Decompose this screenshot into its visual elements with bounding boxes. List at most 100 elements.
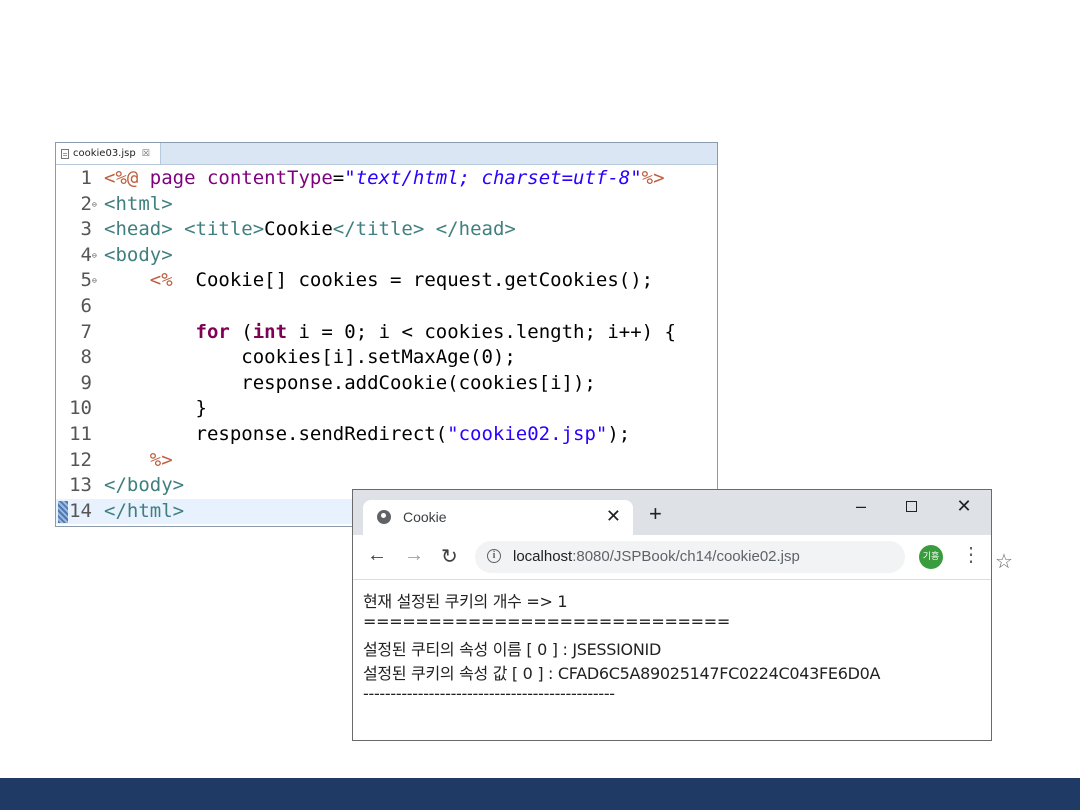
code-token: ); (607, 423, 631, 445)
minimize-button[interactable]: – (849, 496, 873, 517)
profile-avatar[interactable]: 기흥 (919, 545, 943, 569)
line-number: 1 (80, 167, 92, 189)
browser-tab-cookie[interactable]: Cookie ✕ (363, 500, 633, 535)
code-text: response.addCookie(cookies[i]); (104, 371, 596, 397)
editor-tab-cookie03[interactable]: cookie03.jsp ☒ (56, 143, 161, 164)
address-bar[interactable]: i localhost:8080/JSPBook/ch14/cookie02.j… (475, 541, 1013, 573)
line-number: 9 (80, 371, 92, 394)
code-token: %> (641, 167, 665, 189)
code-line[interactable]: 5 ⊖ <% Cookie[] cookies = request.getCook… (56, 268, 717, 294)
code-token: </title> </head> (332, 218, 516, 241)
code-token: response.sendRedirect( (104, 423, 448, 445)
line-number: 14 (69, 499, 92, 522)
line-number: 5 (80, 269, 92, 292)
url-host: localhost (513, 548, 573, 565)
browser-toolbar: ← → ↻ i localhost:8080/JSPBook/ch14/cook… (353, 535, 1013, 580)
jsp-file-icon (61, 148, 69, 159)
window-close-button[interactable]: ✕ (952, 496, 976, 517)
footer-bar (0, 778, 1080, 810)
reload-button[interactable]: ↻ (441, 544, 458, 569)
dash-separator-line: ----------------------------------------… (363, 684, 615, 703)
browser-titlebar: Cookie ✕ + – ✕ (353, 490, 991, 535)
code-line[interactable]: 2 ⊖ <html> (56, 192, 717, 218)
code-token: page contentType (149, 167, 333, 189)
code-token: <body> (104, 243, 173, 266)
code-line[interactable]: 1 <%@ page contentType="text/html; charse… (56, 166, 717, 192)
code-token: i = 0; i < cookies.length; i++) { (287, 320, 677, 343)
line-number: 8 (80, 346, 92, 369)
code-token: Cookie (264, 218, 333, 241)
back-button[interactable]: ← (367, 544, 387, 567)
code-line[interactable]: 8 cookies[i].setMaxAge(0); (56, 345, 717, 371)
line-number: 2 (80, 192, 92, 215)
code-text: <%@ page contentType="text/html; charset… (104, 166, 665, 192)
code-text: </body> (104, 473, 184, 499)
bookmark-star-icon[interactable]: ☆ (995, 549, 1013, 574)
code-text: response.sendRedirect("cookie02.jsp"); (104, 422, 631, 448)
code-text: for (int i = 0; i < cookies.length; i++)… (104, 320, 676, 346)
line-number: 3 (80, 218, 92, 241)
code-text: <head> <title>Cookie</title> </head> (104, 217, 516, 243)
code-token: <% (149, 269, 173, 292)
code-token: "cookie02.jsp" (447, 423, 608, 445)
page-content: 현재 설정된 쿠키의 개수 => 1 =====================… (353, 580, 991, 740)
code-line[interactable]: 9 response.addCookie(cookies[i]); (56, 371, 717, 397)
line-number: 10 (69, 397, 92, 420)
code-token: for (195, 320, 230, 343)
cookie-value-line: 설정된 쿠키의 속성 값 [ 0 ] : CFAD6C5A89025147FC0… (363, 664, 881, 683)
cookie-name-line: 설정된 쿠티의 속성 이름 [ 0 ] : JSESSIONID (363, 640, 661, 659)
separator-line: ============================ (363, 612, 730, 631)
info-icon[interactable]: i (487, 549, 501, 563)
code-token: "text/html; charset=utf-8" (344, 167, 642, 189)
code-token: <html> (104, 192, 173, 215)
code-token: </html> (104, 499, 185, 522)
editor-tab-label: cookie03.jsp (73, 148, 136, 159)
code-line[interactable]: 4 ⊖ <body> (56, 243, 717, 269)
close-icon[interactable]: ✕ (606, 506, 621, 527)
line-number: 12 (69, 448, 92, 471)
code-token: } (104, 397, 207, 420)
code-line[interactable]: 3 <head> <title>Cookie</title> </head> (56, 217, 717, 243)
code-line[interactable]: 11 response.sendRedirect("cookie02.jsp")… (56, 422, 717, 448)
code-text: <body> (104, 243, 173, 269)
url-text[interactable]: localhost:8080/JSPBook/ch14/cookie02.jsp (513, 548, 800, 565)
browser-window: Cookie ✕ + – ✕ ← → ↻ i localhost:8080/JS… (352, 489, 1013, 741)
line-number: 7 (80, 320, 92, 343)
code-line[interactable]: 10 } (56, 396, 717, 422)
code-token: <%@ (104, 167, 150, 189)
code-token: = (332, 167, 345, 189)
code-token: Cookie[] cookies = request.getCookies(); (172, 269, 654, 292)
code-token: cookies[i].setMaxAge(0); (104, 346, 516, 369)
content-bottom (353, 734, 991, 740)
code-line[interactable]: 6 (56, 294, 717, 320)
code-text: %> (104, 448, 173, 474)
close-icon[interactable]: ☒ (142, 149, 150, 159)
code-token: int (252, 320, 288, 343)
code-text: <html> (104, 192, 173, 218)
fold-toggle-icon[interactable]: ⊖ (92, 251, 97, 261)
cookie-count-line: 현재 설정된 쿠키의 개수 => 1 (363, 592, 568, 611)
code-line[interactable]: 7 for (int i = 0; i < cookies.length; i+… (56, 320, 717, 346)
menu-icon[interactable]: ⋮ (961, 544, 981, 566)
code-text: <% Cookie[] cookies = request.getCookies… (104, 268, 653, 294)
new-tab-button[interactable]: + (649, 503, 662, 525)
code-text: </html> (104, 499, 184, 525)
maximize-button[interactable] (906, 501, 917, 512)
code-line[interactable]: 12 %> (56, 448, 717, 474)
code-token: response.addCookie(cookies[i]); (104, 371, 596, 394)
line-number: 6 (80, 295, 92, 317)
fold-toggle-icon[interactable]: ⊖ (92, 200, 97, 210)
code-area[interactable]: 1 <%@ page contentType="text/html; charse… (56, 166, 717, 526)
line-number: 4 (80, 243, 92, 266)
line-number: 11 (69, 423, 92, 445)
code-token: ( (229, 320, 253, 343)
editor-tab-bar: cookie03.jsp ☒ (56, 143, 717, 165)
forward-button[interactable]: → (404, 544, 424, 567)
fold-toggle-icon[interactable]: ⊖ (92, 276, 97, 286)
code-token: %> (149, 448, 173, 471)
browser-tab-title: Cookie (403, 509, 447, 525)
code-text: } (104, 396, 207, 422)
